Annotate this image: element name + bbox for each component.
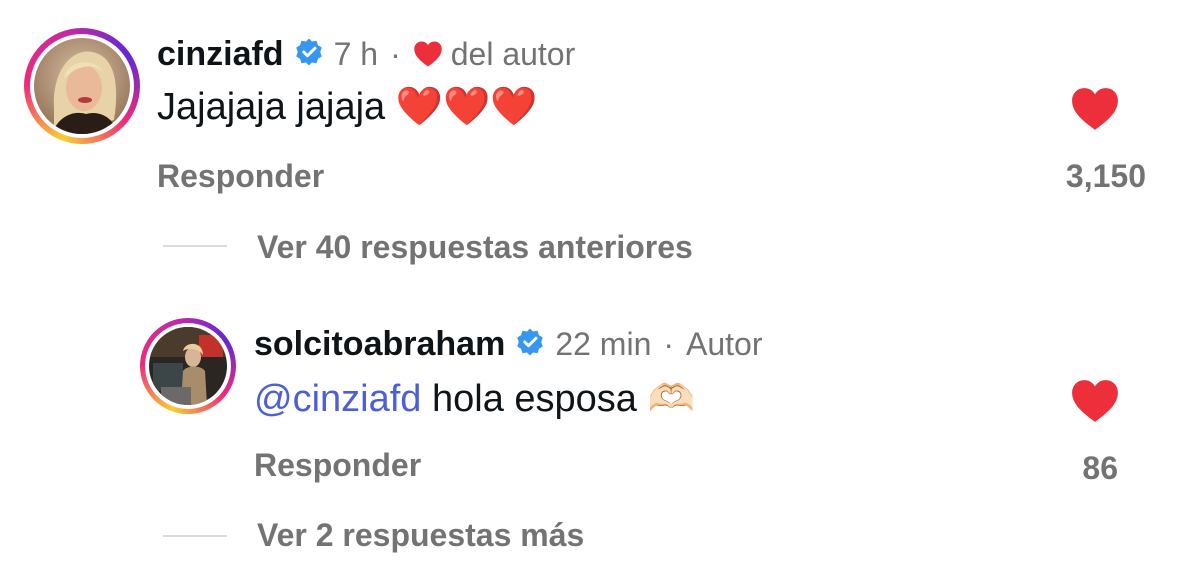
mention-link[interactable]: @cinziafd: [254, 378, 421, 420]
comment-text: @cinziafd hola esposa 🫶🏻: [254, 380, 695, 426]
comment-header: cinziafd 7 h · del autor: [157, 34, 575, 74]
meta-separator: ·: [390, 36, 401, 72]
avatar-story-ring[interactable]: [24, 28, 140, 144]
avatar: [34, 38, 130, 134]
avatar: [149, 327, 227, 405]
like-heart-icon[interactable]: [1070, 86, 1120, 137]
reply-button[interactable]: Responder: [157, 160, 324, 192]
avatar-photo: [34, 38, 130, 134]
reply-button[interactable]: Responder: [254, 449, 421, 481]
verified-badge-icon: [515, 327, 545, 362]
liked-by-author-label: del autor: [450, 36, 576, 72]
username[interactable]: cinziafd: [157, 37, 284, 71]
comment-text: Jajajaja jajaja ❤️❤️❤️: [157, 86, 538, 128]
verified-badge-icon: [294, 37, 324, 72]
like-heart-icon[interactable]: [1070, 378, 1120, 429]
heart-icon: [413, 40, 443, 68]
author-label: Autor: [686, 326, 763, 362]
like-count: 3,150: [1065, 158, 1146, 194]
comment-body: hola esposa 🫶🏻: [431, 378, 695, 420]
avatar-ring-gap: [145, 323, 231, 409]
avatar-photo: [149, 327, 227, 405]
comment-time: 22 min: [555, 326, 652, 362]
comment-header: solcitoabraham 22 min · Autor: [254, 324, 763, 364]
replies-divider: [163, 535, 227, 537]
avatar-ring-gap: [30, 34, 134, 138]
meta-separator: ·: [663, 326, 675, 362]
avatar-story-ring[interactable]: [140, 318, 236, 414]
view-previous-replies-button[interactable]: Ver 40 respuestas anteriores: [257, 231, 693, 263]
username[interactable]: solcitoabraham: [254, 327, 505, 361]
comment-time: 7 h: [333, 36, 379, 72]
replies-divider: [163, 245, 227, 247]
like-count: 86: [1082, 450, 1118, 486]
view-more-replies-button[interactable]: Ver 2 respuestas más: [257, 519, 584, 551]
